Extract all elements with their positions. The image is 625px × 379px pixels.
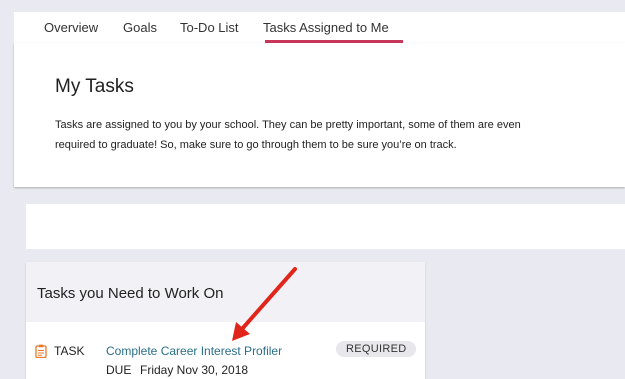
due-label: DUE [106,363,132,377]
tasks-card-header: Tasks you Need to Work On [26,262,425,322]
task-type-label: TASK [54,344,85,358]
clipboard-icon [35,344,47,358]
tab-tasks-assigned-to-me[interactable]: Tasks Assigned to Me [263,12,389,43]
tab-bar: Overview Goals To-Do List Tasks Assigned… [14,12,625,44]
required-badge: REQUIRED [336,341,417,357]
tab-goals[interactable]: Goals [123,12,157,43]
tab-to-do-list[interactable]: To-Do List [180,12,239,43]
blank-panel [26,204,625,249]
tasks-section-title: Tasks you Need to Work On [37,285,224,302]
tasks-card: Tasks you Need to Work On TASK Complete … [26,262,425,379]
due-date: Friday Nov 30, 2018 [140,363,249,377]
tab-overview[interactable]: Overview [44,12,98,43]
task-name-link[interactable]: Complete Career Interest Profiler [106,344,282,358]
page-description: Tasks are assigned to you by your school… [55,119,521,151]
page-title: My Tasks [55,76,134,97]
intro-card: My Tasks Tasks are assigned to you by yo… [14,43,625,187]
